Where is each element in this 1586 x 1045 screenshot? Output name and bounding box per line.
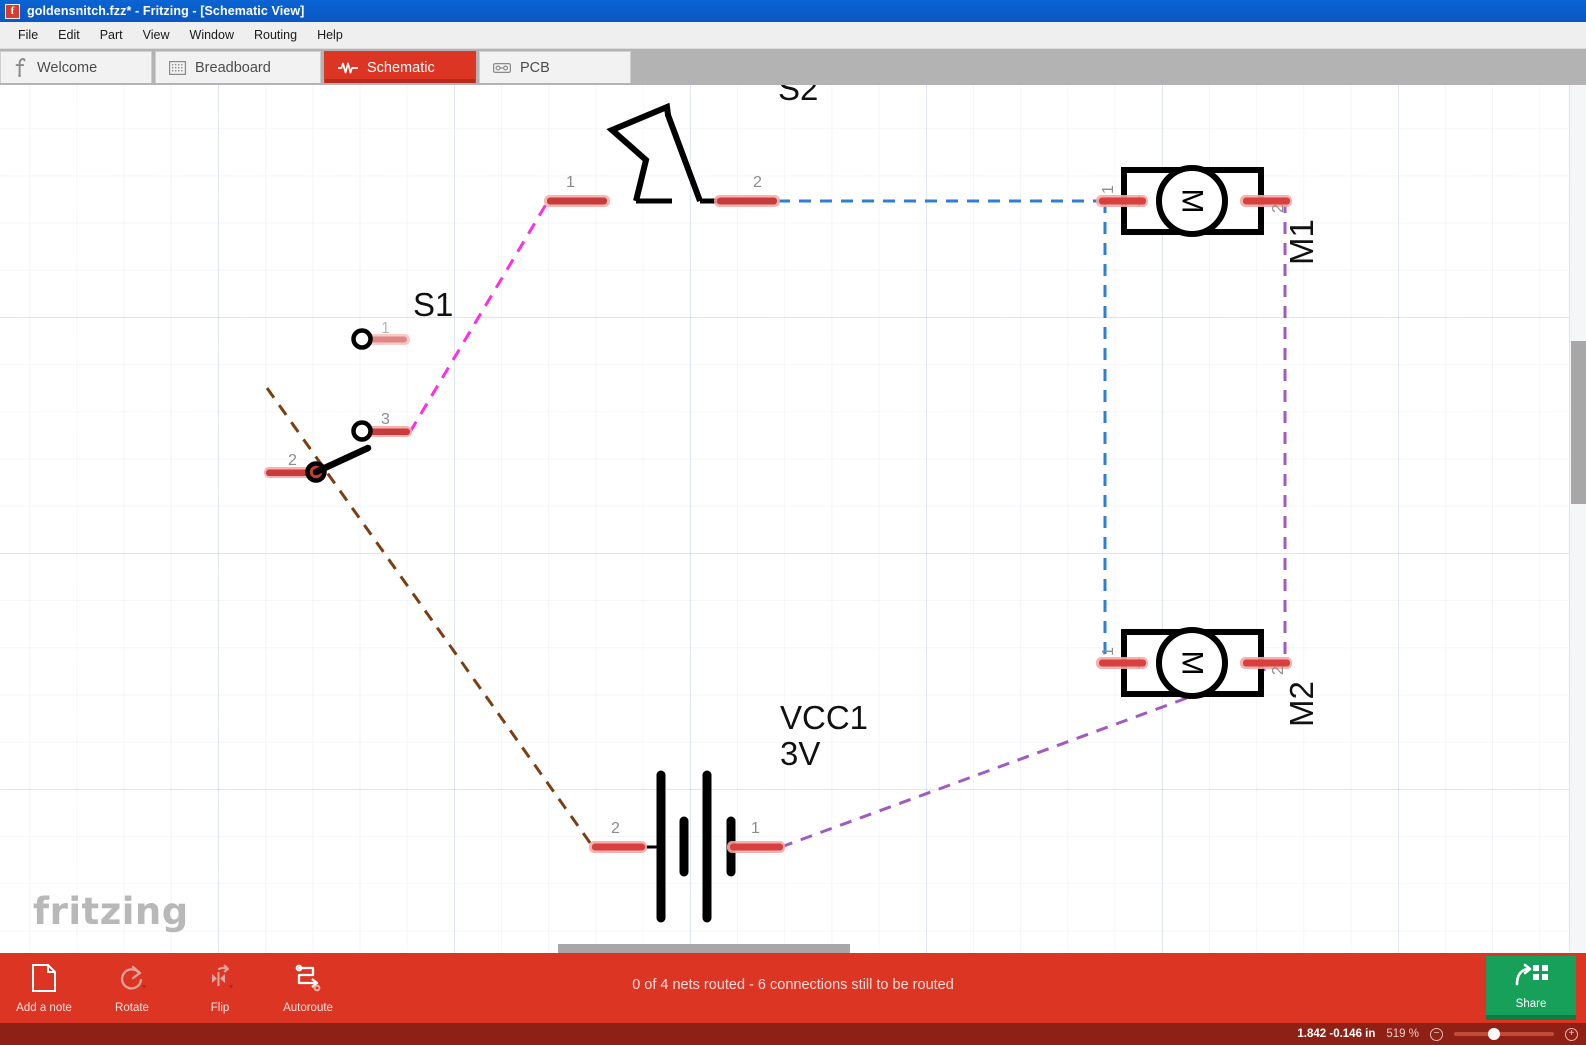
menu-item-view[interactable]: View [133,24,180,46]
ratsnest-s1-vcc1[interactable] [265,387,595,848]
rotate-arrow-icon [117,963,147,998]
s1-pin-1-label: 1 [381,320,390,337]
m2-pin-2-label: 2 [1270,666,1287,675]
part-vcc1[interactable]: 2 1 VCC1 3V [589,699,868,923]
m1-symbol: M [1176,189,1209,214]
vcc1-pin-2[interactable] [589,841,647,853]
plus-circle-icon[interactable]: + [1565,1027,1578,1041]
tab-welcome[interactable]: Welcome [0,51,152,83]
s2-pin-1-label: 1 [566,174,575,191]
add-a-note-button[interactable]: Add a note [0,955,88,1021]
share-qr-icon [1513,962,1549,995]
status-bar: 1.842 -0.146 in 519 % − + [0,1023,1586,1045]
s1-label: S1 [413,286,453,323]
s1-switch-blade [312,444,372,476]
zoom-slider-knob[interactable] [1488,1028,1500,1040]
flip-button[interactable]: Flip [176,955,264,1021]
part-m1[interactable]: M + - 1 2 M1 [1096,165,1320,265]
s1-pin-2-label: 2 [288,452,297,469]
tab-schematic[interactable]: Schematic [324,51,476,83]
part-s1[interactable]: 1 2 3 S1 [264,286,453,483]
tab-label-welcome: Welcome [37,59,98,76]
fritzing-f-icon [14,58,28,77]
zoom-slider[interactable] [1454,1028,1554,1040]
s1-terminal-3[interactable] [351,420,373,442]
minus-circle-icon[interactable]: − [1430,1027,1443,1041]
horizontal-scrollbar[interactable] [0,942,1586,953]
vcc1-pin-2-label: 2 [611,820,620,837]
tab-label-pcb: PCB [520,59,550,76]
fritzing-watermark: fritzing [33,890,189,933]
cursor-coordinates: 1.842 -0.146 in [1297,1028,1376,1040]
autoroute-button[interactable]: Autoroute [264,955,352,1021]
autoroute-path-icon [293,963,323,998]
vcc1-pin-1[interactable] [727,841,785,853]
s1-terminal-1[interactable] [351,328,373,350]
menu-item-help[interactable]: Help [307,24,353,46]
s1-pin-3-label: 3 [381,411,390,428]
s2-pin-2-label: 2 [753,174,762,191]
view-tab-bar: Welcome Breadboard Schematic PCB [0,49,1586,85]
window-title: goldensnitch.fzz* - Fritzing - [Schemati… [27,4,305,18]
bottom-toolbar: Add a note Rotate Flip Autoroute 0 of 4 … [0,953,1586,1023]
tab-label-schematic: Schematic [367,59,435,76]
share-label: Share [1515,997,1547,1010]
breadboard-grid-icon [169,60,186,75]
s2-pin-2[interactable] [714,195,780,207]
tab-pcb[interactable]: PCB [479,51,631,83]
add-a-note-label: Add a note [16,1001,72,1014]
m2-symbol: M [1176,651,1209,676]
vertical-scrollbar-thumb[interactable] [1571,341,1586,504]
menu-item-file[interactable]: File [8,24,48,46]
vertical-scrollbar[interactable] [1569,85,1586,953]
m2-pin-1-label: 1 [1100,647,1117,656]
tab-breadboard[interactable]: Breadboard [155,51,321,83]
rotate-label: Rotate [115,1001,149,1014]
schematic-canvas[interactable]: 1 2 S2 1 2 3 S1 M 1 2 M1 M 1 2 M2 2 1 VC… [0,85,1586,953]
m1-pin-1[interactable] [1096,195,1148,207]
fritzing-icon: f [5,3,20,19]
flip-mirror-icon [205,963,235,998]
rotate-button[interactable]: Rotate [88,955,176,1021]
menu-item-part[interactable]: Part [90,24,133,46]
m1-pin-2-label: 2 [1270,204,1287,213]
schematic-wave-icon [338,62,358,74]
flip-label: Flip [210,1001,230,1014]
schematic-drawing: 1 2 S2 1 2 3 S1 M 1 2 M1 M 1 2 M2 2 1 VC… [264,85,1320,923]
menu-item-routing[interactable]: Routing [244,24,307,46]
vcc1-label: VCC1 [780,699,868,736]
note-page-icon [31,963,57,998]
horizontal-scrollbar-thumb[interactable] [558,944,850,953]
vcc1-pin-1-label: 1 [751,820,760,837]
m1-pin-1-label: 1 [1100,185,1117,194]
part-s2[interactable]: 1 2 S2 [544,85,818,207]
zoom-level-value: 519 % [1386,1028,1419,1040]
m1-label: M1 [1283,219,1320,265]
vcc1-voltage: 3V [780,735,820,772]
tab-label-breadboard: Breadboard [195,59,271,76]
autoroute-label: Autoroute [283,1001,333,1014]
menu-bar: File Edit Part View Window Routing Help [0,22,1586,49]
share-button[interactable]: Share [1486,956,1576,1020]
s2-label: S2 [778,85,818,107]
menu-item-edit[interactable]: Edit [48,24,90,46]
s2-pin-1[interactable] [544,195,610,207]
m2-pin-1[interactable] [1096,657,1148,669]
window-titlebar: f goldensnitch.fzz* - Fritzing - [Schema… [0,0,1586,22]
pcb-chip-icon [493,62,511,74]
m2-label: M2 [1283,681,1320,727]
menu-item-window[interactable]: Window [180,24,244,46]
